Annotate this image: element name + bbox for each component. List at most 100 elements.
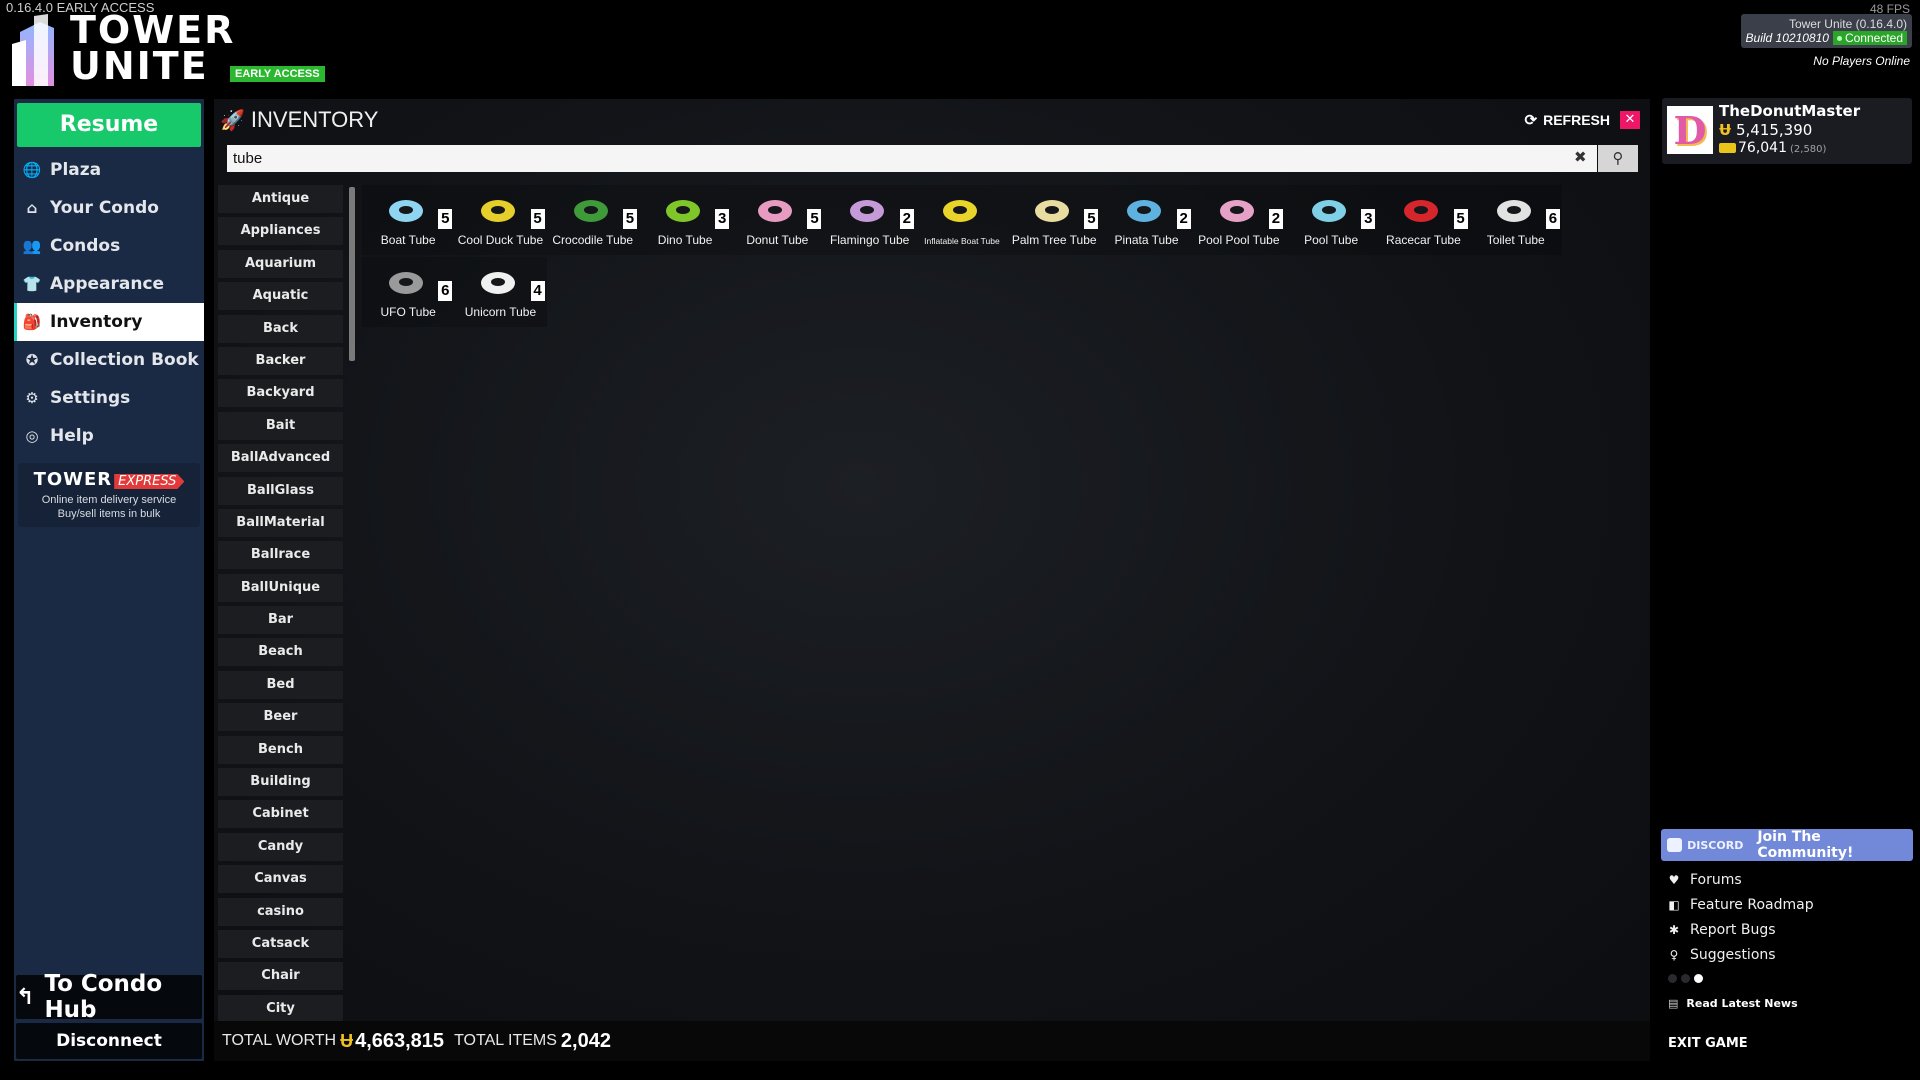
exit-game-button[interactable]: EXIT GAME: [1668, 1036, 1748, 1051]
category-item[interactable]: Backyard: [218, 379, 343, 408]
category-item[interactable]: Backer: [218, 346, 343, 375]
link-feature-roadmap[interactable]: ◧ Feature Roadmap: [1666, 892, 1813, 917]
category-item[interactable]: Chair: [218, 962, 343, 991]
category-item[interactable]: Back: [218, 314, 343, 343]
item-thumbnail-icon: [389, 272, 423, 294]
link-forums[interactable]: ♥ Forums: [1666, 867, 1814, 892]
inventory-item[interactable]: 5 Cool Duck Tube: [454, 185, 547, 255]
search-button[interactable]: ⚲: [1598, 145, 1638, 172]
game-menu-screen: 0.16.4.0 EARLY ACCESS TOWER UNITE EARLY …: [0, 0, 1920, 1080]
category-item[interactable]: Ballrace: [218, 541, 343, 570]
inventory-item[interactable]: 2 Pool Pool Tube: [1192, 185, 1285, 255]
category-item[interactable]: Appliances: [218, 217, 343, 246]
inventory-item[interactable]: 4 Unicorn Tube: [454, 257, 547, 327]
category-item[interactable]: Bench: [218, 735, 343, 764]
tower-express-banner[interactable]: TOWER EXPRESS Online item delivery servic…: [18, 463, 200, 527]
discord-icon: [1667, 838, 1683, 852]
category-item[interactable]: Antique: [218, 185, 343, 213]
link-report-bugs[interactable]: ✱ Report Bugs: [1666, 917, 1814, 942]
news-carousel-dots: [1668, 974, 1707, 983]
category-item[interactable]: BallAdvanced: [218, 444, 343, 473]
category-item[interactable]: BallMaterial: [218, 508, 343, 537]
inventory-item[interactable]: 5 Racecar Tube: [1377, 185, 1470, 255]
express-line-2: Buy/sell items in bulk: [57, 508, 161, 520]
inventory-item[interactable]: 6 Toilet Tube: [1469, 185, 1562, 255]
tickets-value: 76,041: [1738, 140, 1787, 156]
disconnect-button[interactable]: Disconnect: [16, 1023, 202, 1059]
category-item[interactable]: Cabinet: [218, 800, 343, 829]
item-quantity: 5: [1453, 209, 1468, 229]
nav-item-condos[interactable]: 👥 Condos: [14, 227, 204, 265]
category-item[interactable]: Bed: [218, 670, 343, 699]
read-latest-news-link[interactable]: ▤ Read Latest News: [1668, 997, 1798, 1010]
category-item[interactable]: City: [218, 994, 343, 1023]
item-thumbnail-icon: [850, 200, 885, 222]
inventory-item[interactable]: 5 Crocodile Tube: [546, 185, 639, 255]
nav-item-label: Your Condo: [50, 198, 159, 218]
item-quantity: 2: [1176, 209, 1191, 229]
link-suggestions[interactable]: ♀ Suggestions: [1666, 942, 1814, 967]
nav-item-appearance[interactable]: 👕 Appearance: [14, 265, 204, 303]
inventory-item[interactable]: 2 Pinata Tube: [1100, 185, 1193, 255]
category-item[interactable]: Beer: [218, 703, 343, 732]
lifebuoy-icon: ◎: [25, 427, 39, 445]
carousel-dot[interactable]: [1681, 974, 1690, 983]
item-name: Crocodile Tube: [552, 233, 634, 247]
nav-item-label: Collection Book: [50, 350, 199, 370]
nav-item-your-condo[interactable]: ⌂ Your Condo: [14, 189, 204, 227]
category-item[interactable]: Candy: [218, 832, 343, 861]
item-thumbnail-icon: [481, 200, 516, 222]
inventory-item[interactable]: 2 Flamingo Tube: [823, 185, 916, 255]
link-label: Forums: [1690, 871, 1742, 888]
category-item[interactable]: Catsack: [218, 929, 343, 958]
logo-line-2: UNITE: [70, 44, 209, 88]
category-item[interactable]: BallGlass: [218, 476, 343, 505]
inventory-item[interactable]: 3 Pool Tube: [1284, 185, 1378, 255]
item-quantity: 2: [899, 209, 914, 229]
nav-item-help[interactable]: ◎ Help: [14, 417, 204, 455]
resume-button[interactable]: Resume: [17, 103, 201, 147]
inventory-item[interactable]: 5 Palm Tree Tube: [1008, 185, 1101, 255]
category-item[interactable]: BallUnique: [218, 573, 343, 602]
inventory-item[interactable]: 3 Dino Tube: [638, 185, 732, 255]
total-worth-label: TOTAL WORTH: [222, 1032, 337, 1049]
build-info: Tower Unite (0.16.4.0) Build 10210810 Con…: [1740, 14, 1912, 48]
item-name: Inflatable Boat Tube: [924, 236, 1000, 246]
search-input[interactable]: [227, 145, 1597, 172]
nav-item-collection-book[interactable]: ✪ Collection Book: [14, 341, 204, 379]
carousel-dot-active[interactable]: [1694, 974, 1703, 983]
category-item[interactable]: casino: [218, 897, 343, 926]
item-quantity: 5: [622, 209, 637, 229]
inventory-item[interactable]: 5 Boat Tube: [362, 185, 455, 255]
inventory-item[interactable]: 5 Donut Tube: [731, 185, 824, 255]
nav-item-label: Appearance: [50, 274, 165, 294]
express-tag: EXPRESS: [114, 474, 185, 489]
clear-search-icon[interactable]: ✖: [1574, 148, 1587, 166]
close-button[interactable]: ✕: [1620, 111, 1640, 129]
nav-item-plaza[interactable]: 🌐 Plaza: [14, 151, 204, 189]
category-item[interactable]: Canvas: [218, 865, 343, 894]
discord-button[interactable]: DISCORD Join The Community!: [1661, 829, 1913, 861]
nav-item-settings[interactable]: ⚙ Settings: [14, 379, 204, 417]
refresh-button[interactable]: ⟳ REFRESH: [1525, 111, 1610, 129]
units-coin-icon: Ʉ: [1719, 121, 1732, 139]
to-condo-hub-button[interactable]: ↰ To Condo Hub: [16, 971, 202, 1023]
profile-card[interactable]: D TheDonutMaster Ʉ 5,415,390 76,041 (2,58…: [1662, 98, 1912, 164]
category-item[interactable]: Aquatic: [218, 282, 343, 311]
nav-item-label: Plaza: [50, 160, 102, 180]
category-item[interactable]: Building: [218, 768, 343, 797]
carousel-dot[interactable]: [1668, 974, 1677, 983]
item-quantity: 2: [1268, 209, 1283, 229]
category-item[interactable]: Bar: [218, 606, 343, 635]
category-item[interactable]: Bait: [218, 411, 343, 440]
category-item[interactable]: Aquarium: [218, 249, 343, 278]
express-line-1: Online item delivery service: [41, 494, 177, 506]
inventory-item[interactable]: Inflatable Boat Tube: [915, 185, 1009, 255]
nav-item-inventory[interactable]: 🎒 Inventory: [14, 303, 204, 341]
gear-icon: ⚙: [25, 389, 39, 407]
inventory-item[interactable]: 6 UFO Tube: [362, 257, 455, 327]
item-name: Unicorn Tube: [464, 305, 537, 319]
item-grid: 5 Boat Tube 5 Cool Duck Tube 5 Crocodile Tube…: [362, 185, 1652, 329]
category-scrollbar[interactable]: [349, 187, 355, 361]
category-item[interactable]: Beach: [218, 638, 343, 667]
